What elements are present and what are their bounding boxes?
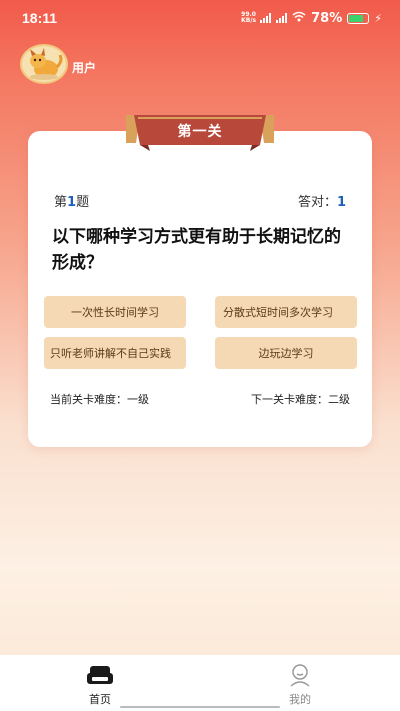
next-difficulty: 下一关卡难度：二级	[251, 393, 350, 406]
avatar[interactable]	[20, 44, 68, 84]
nav-home[interactable]: 首页	[40, 655, 160, 711]
status-icons: 99.0 KB/s 78% ⚡	[241, 11, 382, 26]
signal-icon	[260, 13, 272, 23]
level-title: 第一关	[177, 124, 223, 140]
correct-count: 答对：1	[297, 195, 346, 210]
status-bar: 18:11 99.0 KB/s 78% ⚡	[0, 0, 400, 36]
battery-percent: 78%	[311, 10, 343, 26]
user-profile-icon	[290, 664, 310, 687]
battery-icon	[347, 12, 370, 24]
username: 用户	[72, 60, 97, 75]
level-ribbon: 第一关	[126, 115, 274, 151]
option-c[interactable]: 只听老师讲解不自己实践	[44, 337, 186, 369]
net-speed: 99.0 KB/s	[241, 11, 257, 24]
option-d[interactable]: 边玩边学习	[215, 337, 357, 369]
quiz-card: 第一关 第1题 答对：1 以下哪种学习方式更有助于长期记忆的形成？ 一次性长时间…	[28, 115, 372, 447]
difficulty-row: 当前关卡难度：一级 下一关卡难度：二级	[50, 391, 350, 407]
option-b[interactable]: 分散式短时间多次学习	[215, 296, 357, 328]
nav-home-label: 首页	[89, 693, 111, 706]
nav-mine-label: 我的	[289, 693, 311, 706]
question-number: 第1题	[54, 195, 90, 210]
question-meta: 第1题 答对：1	[54, 191, 346, 210]
wifi-icon	[292, 11, 306, 25]
question-text: 以下哪种学习方式更有助于长期记忆的形成？	[52, 227, 341, 273]
home-sofa-icon	[87, 666, 113, 684]
status-time: 18:11	[22, 10, 58, 26]
current-difficulty: 当前关卡难度：一级	[50, 393, 149, 406]
signal-2-icon	[276, 13, 288, 23]
bottom-nav: 首页 我的	[0, 655, 400, 711]
mascot-icon	[30, 48, 63, 80]
user-header[interactable]: 用户	[20, 44, 96, 84]
nav-mine[interactable]: 我的	[240, 655, 360, 711]
charging-icon: ⚡	[374, 11, 382, 25]
option-a[interactable]: 一次性长时间学习	[44, 296, 186, 328]
home-indicator	[120, 706, 280, 708]
